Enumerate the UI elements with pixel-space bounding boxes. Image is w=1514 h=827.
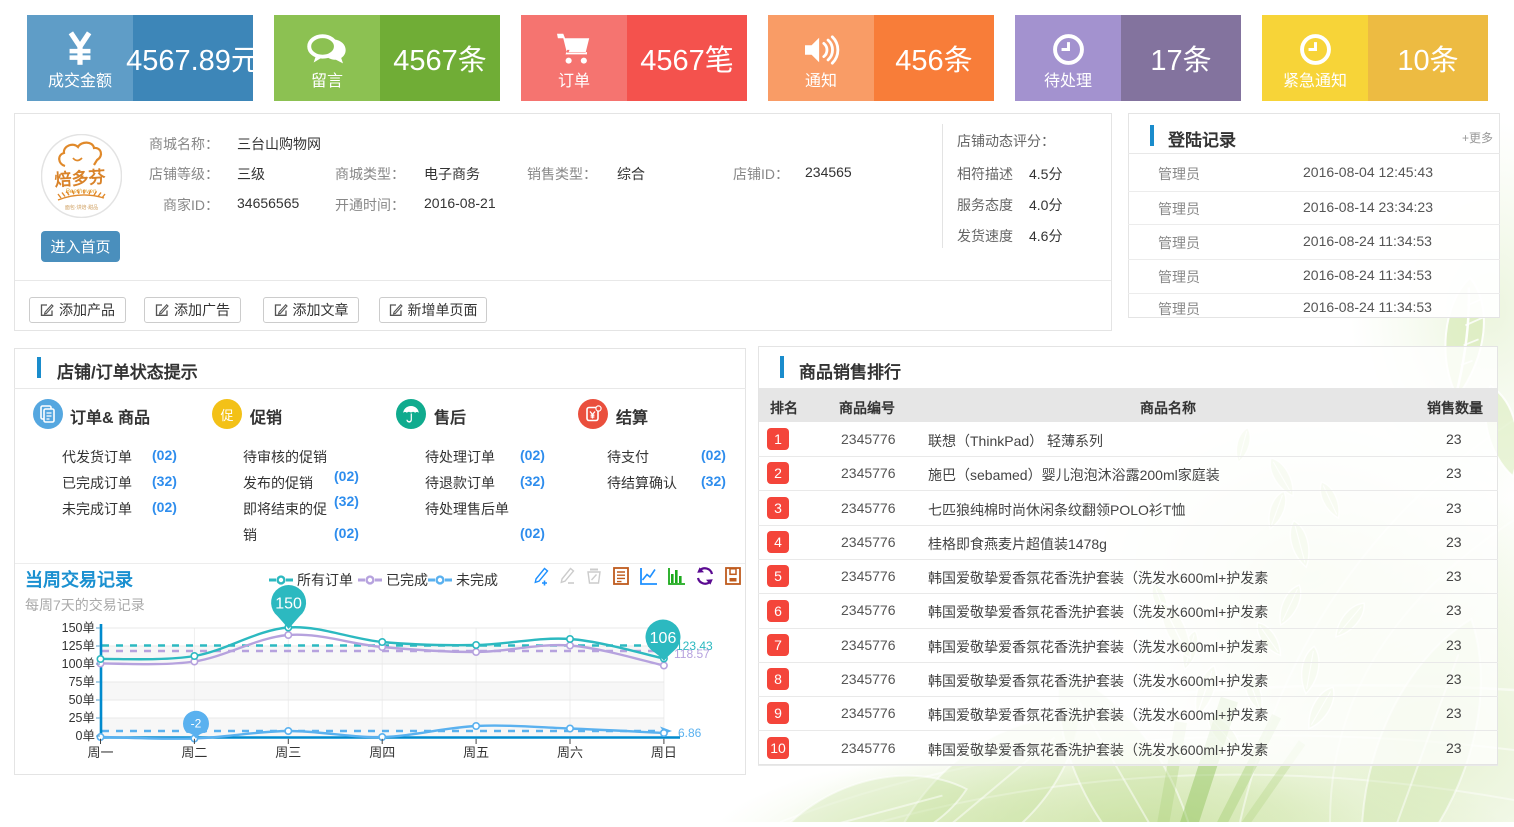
svg-text:周三: 周三: [275, 745, 301, 760]
svg-text:周日: 周日: [651, 745, 677, 760]
svg-text:150单: 150单: [62, 621, 95, 635]
svg-text:-2: -2: [191, 716, 202, 730]
svg-text:25单: 25单: [69, 711, 95, 725]
svg-text:6.86: 6.86: [678, 726, 702, 740]
svg-text:0单: 0单: [76, 729, 95, 743]
svg-text:50单: 50单: [69, 693, 95, 707]
svg-text:周五: 周五: [463, 745, 489, 760]
svg-text:周六: 周六: [557, 745, 583, 760]
svg-text:75单: 75单: [69, 675, 95, 689]
svg-text:Beethoven: Beethoven: [65, 188, 96, 195]
svg-text:周四: 周四: [369, 745, 395, 760]
svg-text:周一: 周一: [87, 745, 113, 760]
svg-text:125单: 125单: [62, 639, 95, 653]
svg-text:焙多芬: 焙多芬: [54, 166, 107, 190]
svg-text:周二: 周二: [181, 745, 207, 760]
svg-text:150: 150: [275, 595, 302, 612]
svg-text:100单: 100单: [62, 657, 95, 671]
svg-text:118.57: 118.57: [674, 647, 710, 661]
svg-text:面包·烘焙·甜品: 面包·烘焙·甜品: [65, 204, 98, 211]
svg-text:106: 106: [650, 630, 677, 647]
